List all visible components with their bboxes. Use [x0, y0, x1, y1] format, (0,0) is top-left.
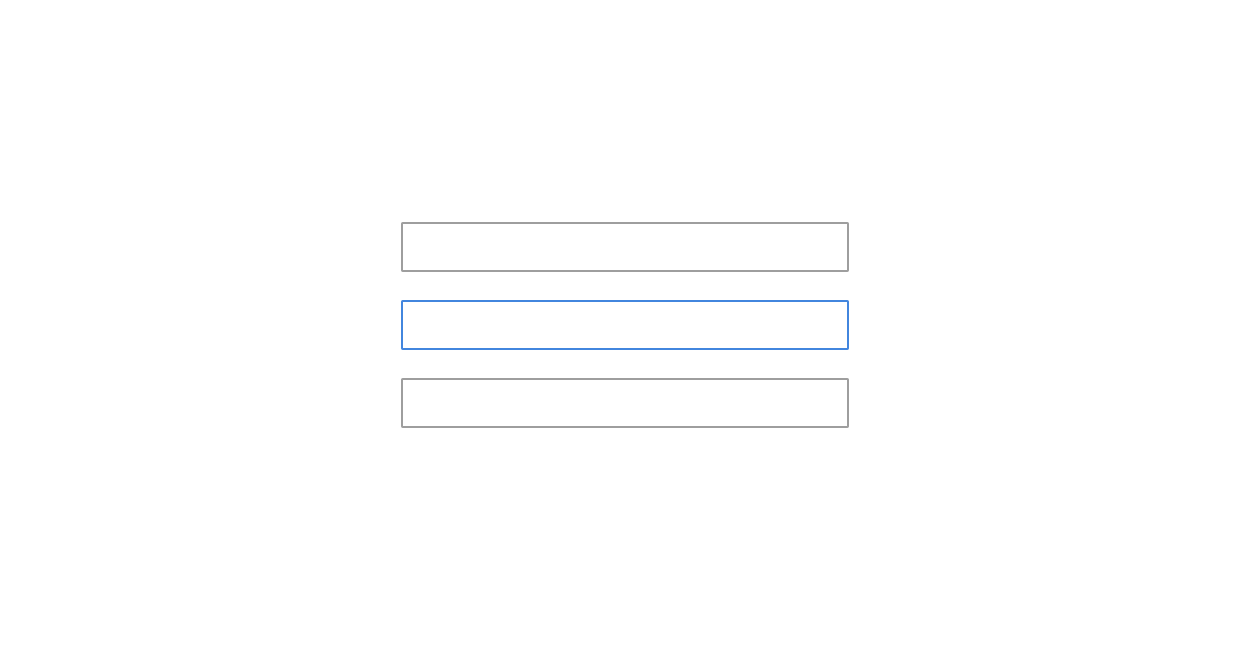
- text-input-3[interactable]: [401, 378, 849, 428]
- text-input-2[interactable]: [401, 300, 849, 350]
- form-container: [401, 222, 849, 428]
- text-input-1[interactable]: [401, 222, 849, 272]
